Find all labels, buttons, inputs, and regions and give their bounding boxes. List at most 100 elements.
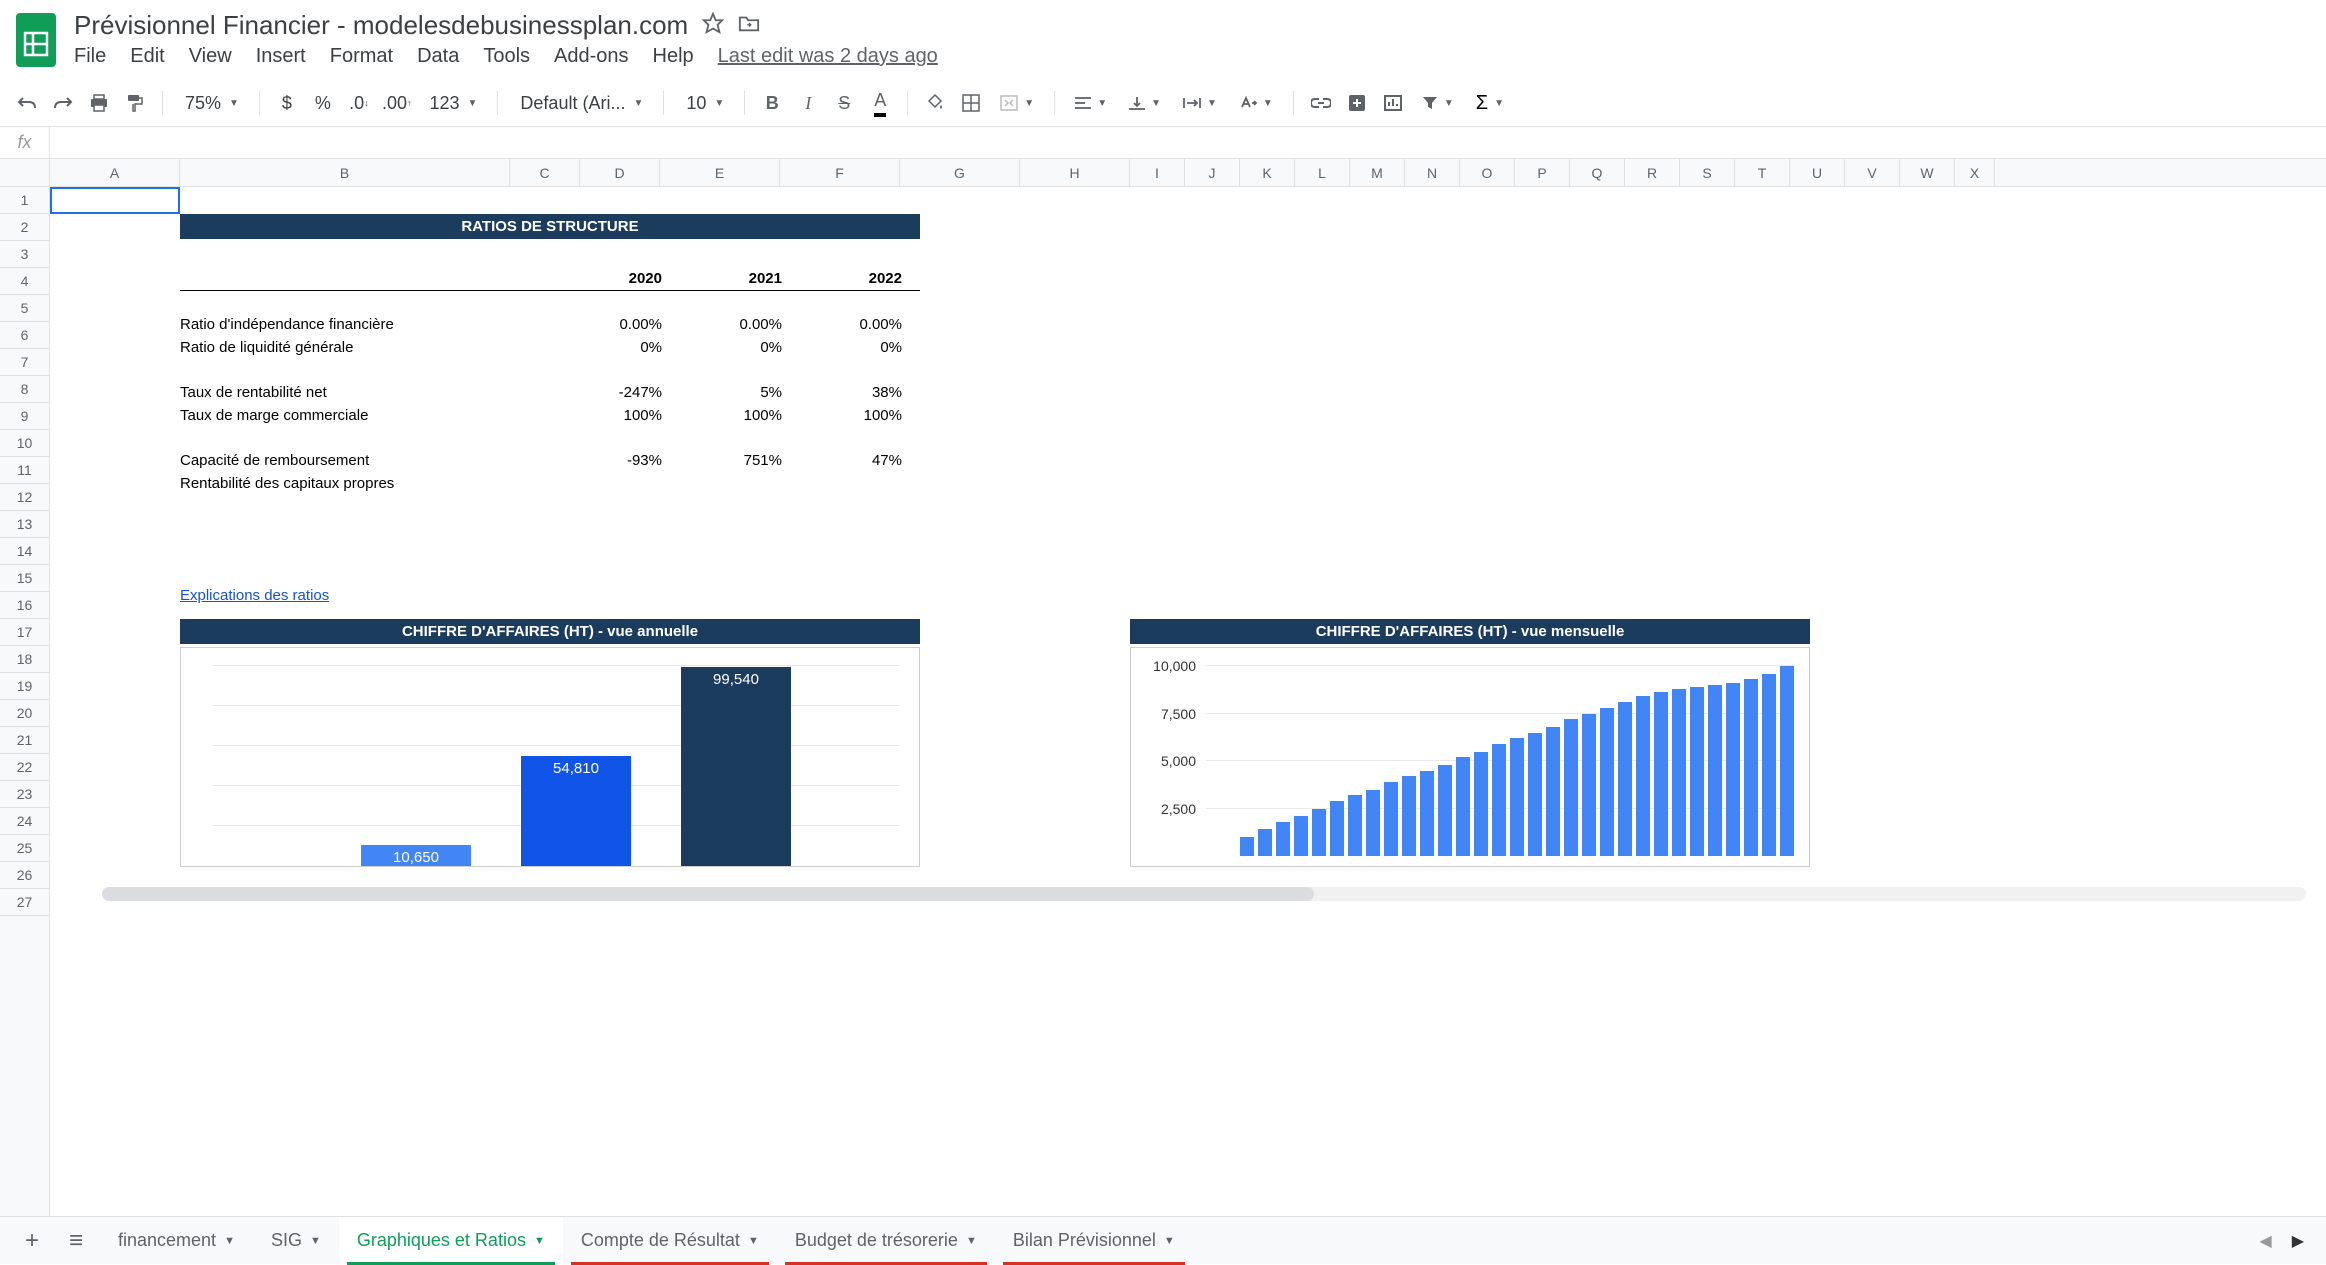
font-dropdown[interactable]: Default (Ari...▼	[510, 93, 651, 114]
h-align-dropdown[interactable]: ▼	[1067, 96, 1115, 110]
col-header-t[interactable]: T	[1735, 159, 1790, 186]
col-header-u[interactable]: U	[1790, 159, 1845, 186]
menu-format[interactable]: Format	[330, 45, 393, 68]
col-header-j[interactable]: J	[1185, 159, 1240, 186]
selected-cell-a1[interactable]	[50, 187, 180, 214]
col-header-m[interactable]: M	[1350, 159, 1405, 186]
all-sheets-button[interactable]: ≡	[56, 1221, 96, 1261]
sheet-tab[interactable]: Budget de trésorerie▼	[777, 1217, 995, 1265]
row-header-18[interactable]: 18	[0, 646, 49, 673]
col-header-a[interactable]: A	[50, 159, 180, 186]
tab-menu-arrow[interactable]: ▼	[534, 1235, 545, 1247]
col-header-e[interactable]: E	[660, 159, 780, 186]
row-header-4[interactable]: 4	[0, 268, 49, 295]
tab-scroll-right[interactable]: ▶	[2292, 1231, 2304, 1251]
row-header-3[interactable]: 3	[0, 241, 49, 268]
col-header-v[interactable]: V	[1845, 159, 1900, 186]
functions-dropdown[interactable]: Σ▼	[1468, 92, 1512, 115]
col-header-p[interactable]: P	[1515, 159, 1570, 186]
row-header-12[interactable]: 12	[0, 484, 49, 511]
row-header-19[interactable]: 19	[0, 673, 49, 700]
row-header-1[interactable]: 1	[0, 187, 49, 214]
formula-input[interactable]	[50, 127, 2326, 158]
row-header-26[interactable]: 26	[0, 862, 49, 889]
merge-cells-dropdown[interactable]: ▼	[992, 95, 1042, 111]
tab-menu-arrow[interactable]: ▼	[1164, 1235, 1175, 1247]
select-all-corner[interactable]	[0, 159, 50, 186]
row-header-25[interactable]: 25	[0, 835, 49, 862]
increase-decimal-button[interactable]: .00↑	[380, 88, 414, 118]
menu-data[interactable]: Data	[417, 45, 459, 68]
sheets-logo[interactable]	[12, 10, 60, 70]
menu-help[interactable]: Help	[653, 45, 694, 68]
text-color-button[interactable]: A	[865, 88, 895, 118]
explications-link[interactable]: Explications des ratios	[180, 587, 329, 604]
cells-area[interactable]: RATIOS DE STRUCTURE 2020 2021 2022 Ratio…	[50, 187, 2326, 1216]
col-header-o[interactable]: O	[1460, 159, 1515, 186]
row-header-21[interactable]: 21	[0, 727, 49, 754]
row-header-20[interactable]: 20	[0, 700, 49, 727]
last-edit-link[interactable]: Last edit was 2 days ago	[718, 45, 938, 68]
row-header-24[interactable]: 24	[0, 808, 49, 835]
sheet-tab[interactable]: Graphiques et Ratios▼	[339, 1217, 563, 1265]
insert-link-button[interactable]	[1306, 88, 1336, 118]
col-header-r[interactable]: R	[1625, 159, 1680, 186]
menu-edit[interactable]: Edit	[130, 45, 164, 68]
row-header-22[interactable]: 22	[0, 754, 49, 781]
row-header-7[interactable]: 7	[0, 349, 49, 376]
strikethrough-button[interactable]: S	[829, 88, 859, 118]
row-header-8[interactable]: 8	[0, 376, 49, 403]
menu-view[interactable]: View	[189, 45, 232, 68]
row-header-11[interactable]: 11	[0, 457, 49, 484]
redo-icon[interactable]	[48, 88, 78, 118]
row-header-14[interactable]: 14	[0, 538, 49, 565]
font-size-dropdown[interactable]: 10▼	[676, 93, 732, 114]
row-header-10[interactable]: 10	[0, 430, 49, 457]
col-header-q[interactable]: Q	[1570, 159, 1625, 186]
row-header-23[interactable]: 23	[0, 781, 49, 808]
col-header-b[interactable]: B	[180, 159, 510, 186]
tab-menu-arrow[interactable]: ▼	[310, 1235, 321, 1247]
sheet-tab[interactable]: Compte de Résultat▼	[563, 1217, 777, 1265]
paint-format-icon[interactable]	[120, 88, 150, 118]
row-header-15[interactable]: 15	[0, 565, 49, 592]
format-percent-button[interactable]: %	[308, 88, 338, 118]
menu-insert[interactable]: Insert	[256, 45, 306, 68]
chart-annual[interactable]: 10,65054,81099,540	[180, 647, 920, 867]
col-header-l[interactable]: L	[1295, 159, 1350, 186]
row-header-9[interactable]: 9	[0, 403, 49, 430]
tab-scroll-left[interactable]: ◀	[2259, 1231, 2271, 1251]
sheet-tab[interactable]: SIG▼	[253, 1217, 339, 1265]
decrease-decimal-button[interactable]: .0↓	[344, 88, 374, 118]
insert-comment-button[interactable]	[1342, 88, 1372, 118]
row-header-2[interactable]: 2	[0, 214, 49, 241]
star-icon[interactable]	[702, 12, 724, 39]
doc-title[interactable]: Prévisionnel Financier - modelesdebusine…	[74, 10, 688, 41]
col-header-x[interactable]: X	[1955, 159, 1995, 186]
insert-chart-button[interactable]	[1378, 88, 1408, 118]
move-folder-icon[interactable]	[738, 13, 760, 38]
col-header-c[interactable]: C	[510, 159, 580, 186]
chart-monthly[interactable]: 10,0007,5005,0002,500	[1130, 647, 1810, 867]
v-align-dropdown[interactable]: ▼	[1121, 95, 1169, 111]
menu-tools[interactable]: Tools	[483, 45, 530, 68]
row-header-6[interactable]: 6	[0, 322, 49, 349]
sheet-tab[interactable]: Bilan Prévisionnel▼	[995, 1217, 1193, 1265]
filter-dropdown[interactable]: ▼	[1414, 95, 1462, 111]
row-header-16[interactable]: 16	[0, 592, 49, 619]
bold-button[interactable]: B	[757, 88, 787, 118]
number-format-dropdown[interactable]: 123▼	[419, 93, 485, 114]
tab-menu-arrow[interactable]: ▼	[966, 1235, 977, 1247]
col-header-s[interactable]: S	[1680, 159, 1735, 186]
col-header-n[interactable]: N	[1405, 159, 1460, 186]
menu-addons[interactable]: Add-ons	[554, 45, 629, 68]
add-sheet-button[interactable]: +	[12, 1221, 52, 1261]
undo-icon[interactable]	[12, 88, 42, 118]
col-header-g[interactable]: G	[900, 159, 1020, 186]
row-header-13[interactable]: 13	[0, 511, 49, 538]
h-scrollbar[interactable]	[102, 887, 2306, 901]
col-header-k[interactable]: K	[1240, 159, 1295, 186]
italic-button[interactable]: I	[793, 88, 823, 118]
borders-button[interactable]	[956, 88, 986, 118]
print-icon[interactable]	[84, 88, 114, 118]
